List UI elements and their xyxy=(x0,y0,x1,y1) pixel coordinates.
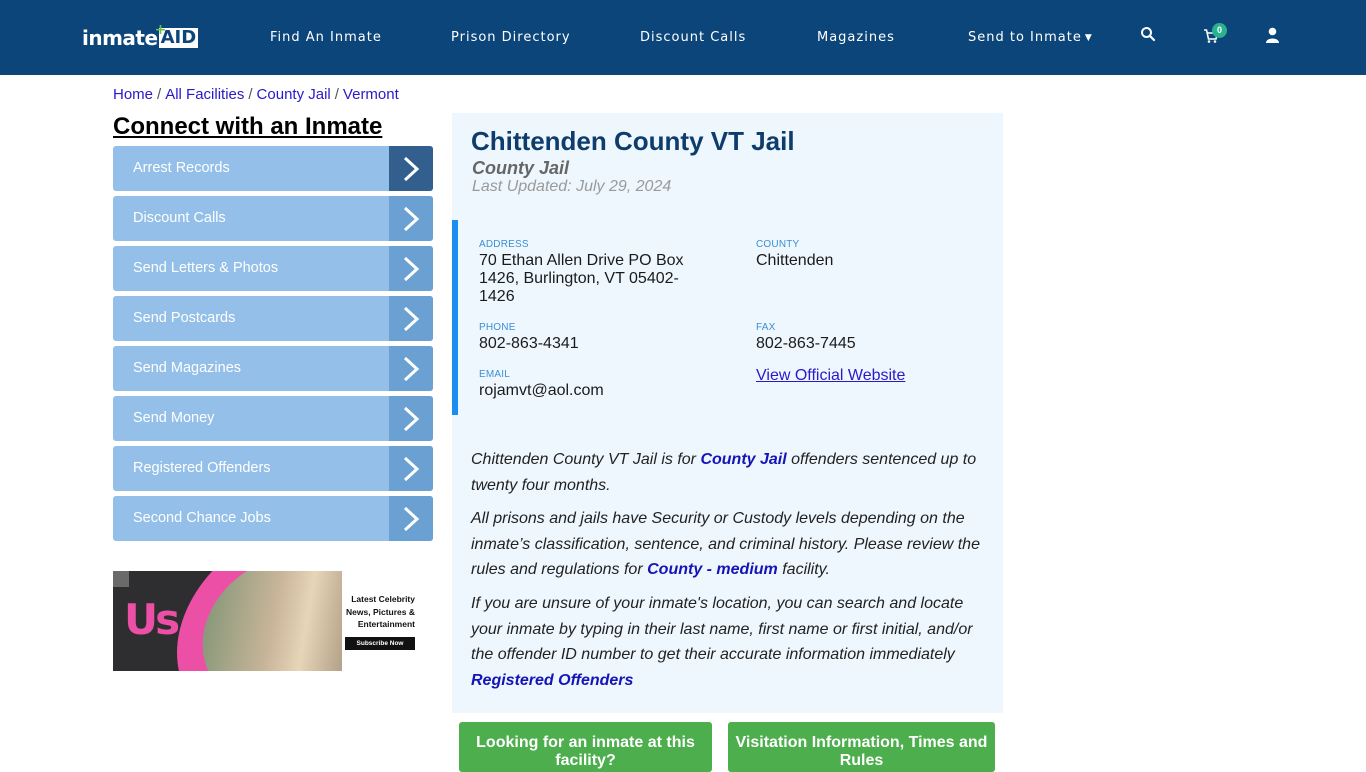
nav-discount-calls[interactable]: Discount Calls xyxy=(640,30,746,45)
nav-magazines[interactable]: Magazines xyxy=(817,30,895,45)
sidebar-item-second-chance-jobs[interactable]: Second Chance Jobs xyxy=(113,496,433,541)
chevron-right-icon xyxy=(389,396,433,441)
chevron-right-icon xyxy=(389,146,433,191)
nav-send-to-inmate-label: Send to Inmate xyxy=(968,30,1082,45)
breadcrumb-separator: / xyxy=(334,86,339,103)
ad-tagline-line: Latest Celebrity xyxy=(351,594,415,604)
sidebar-item-send-postcards[interactable]: Send Postcards xyxy=(113,296,433,341)
last-updated: Last Updated: July 29, 2024 xyxy=(472,178,672,195)
breadcrumb-all-facilities[interactable]: All Facilities xyxy=(165,86,244,103)
sidebar-item-label: Arrest Records xyxy=(133,160,230,176)
facility-type: County Jail xyxy=(472,158,570,178)
chevron-right-icon xyxy=(389,346,433,391)
address-value: 70 Ethan Allen Drive PO Box 1426, Burlin… xyxy=(479,252,709,306)
search-icon[interactable] xyxy=(1140,26,1160,46)
facility-panel: Chittenden County VT Jail County Jail La… xyxy=(452,113,1003,713)
cart-count-badge: 0 xyxy=(1212,23,1227,38)
chevron-right-icon xyxy=(389,446,433,491)
address-line: 70 Ethan Allen Drive PO Box xyxy=(479,252,684,269)
ad-corner-mark xyxy=(113,571,129,587)
breadcrumb-home[interactable]: Home xyxy=(113,86,153,103)
visitation-info-button[interactable]: Visitation Information, Times and Rules xyxy=(728,722,995,772)
description-paragraph-1: Chittenden County VT Jail is for County … xyxy=(471,447,986,498)
breadcrumb-vermont[interactable]: Vermont xyxy=(343,86,399,103)
email-label: EMAIL xyxy=(479,369,511,380)
user-icon[interactable] xyxy=(1265,27,1285,47)
breadcrumb-separator: / xyxy=(157,86,162,103)
facility-title: Chittenden County VT Jail xyxy=(471,126,795,156)
ad-tagline-line: News, Pictures & xyxy=(346,606,415,617)
chevron-right-icon xyxy=(389,296,433,341)
ad-subscribe-button[interactable]: Subscribe Now xyxy=(345,637,415,650)
official-website-link[interactable]: View Official Website xyxy=(756,367,905,385)
sidebar-item-send-money[interactable]: Send Money xyxy=(113,396,433,441)
description-text: facility. xyxy=(777,561,830,578)
facility-info-box: ADDRESS 70 Ethan Allen Drive PO Box 1426… xyxy=(452,220,1003,415)
sidebar-item-arrest-records[interactable]: Arrest Records xyxy=(113,146,433,191)
description-paragraph-2: All prisons and jails have Security or C… xyxy=(471,506,986,583)
sidebar-menu: Arrest Records Discount Calls Send Lette… xyxy=(113,146,433,546)
sidebar-item-send-magazines[interactable]: Send Magazines xyxy=(113,346,433,391)
sidebar-item-label: Registered Offenders xyxy=(133,460,271,476)
us-weekly-ad-banner[interactable]: Us Latest Celebrity News, Pictures & Ent… xyxy=(113,571,417,671)
description-text: Chittenden County VT Jail is for xyxy=(471,451,701,468)
chevron-right-icon xyxy=(389,196,433,241)
chevron-right-icon xyxy=(389,496,433,541)
sidebar-item-registered-offenders[interactable]: Registered Offenders xyxy=(113,446,433,491)
sidebar-item-label: Discount Calls xyxy=(133,210,226,226)
nav-find-an-inmate[interactable]: Find An Inmate xyxy=(270,30,382,45)
sidebar-item-label: Send Magazines xyxy=(133,360,242,376)
county-value: Chittenden xyxy=(756,252,834,269)
breadcrumb-separator: / xyxy=(248,86,253,103)
chevron-right-icon xyxy=(389,246,433,291)
fax-label: FAX xyxy=(756,322,776,333)
top-navbar: inmate + AID Find An Inmate Prison Direct… xyxy=(0,0,1366,75)
description-text: If you are unsure of your inmate's locat… xyxy=(471,595,973,663)
ad-brand-logo: Us xyxy=(124,595,180,644)
address-line: 1426, Burlington, VT 05402- xyxy=(479,270,679,287)
nav-send-to-inmate[interactable]: Send to Inmate ▼ xyxy=(968,30,1093,45)
sidebar-item-send-letters-photos[interactable]: Send Letters & Photos xyxy=(113,246,433,291)
fax-value: 802-863-7445 xyxy=(756,335,856,352)
logo-aid-text: + AID xyxy=(155,22,199,48)
sidebar-item-discount-calls[interactable]: Discount Calls xyxy=(113,196,433,241)
inmateaid-logo[interactable]: inmate + AID xyxy=(82,22,199,51)
custody-level-link[interactable]: County - medium xyxy=(647,561,778,578)
sidebar-item-label: Send Money xyxy=(133,410,215,426)
address-label: ADDRESS xyxy=(479,239,529,250)
sidebar-item-label: Send Letters & Photos xyxy=(133,260,279,276)
county-jail-link[interactable]: County Jail xyxy=(700,451,786,468)
logo-plus-icon: + xyxy=(154,22,167,38)
sidebar-title: Connect with an Inmate xyxy=(113,113,383,140)
find-inmate-at-facility-button[interactable]: Looking for an inmate at this facility? xyxy=(459,722,712,772)
address-line: 1426 xyxy=(479,288,515,305)
ad-tagline-line: Entertainment xyxy=(357,619,415,629)
caret-down-icon: ▼ xyxy=(1084,33,1093,43)
phone-label: PHONE xyxy=(479,322,516,333)
sidebar-item-label: Send Postcards xyxy=(133,310,236,326)
county-label: COUNTY xyxy=(756,239,800,250)
phone-value: 802-863-4341 xyxy=(479,335,579,352)
ad-tagline: Latest Celebrity News, Pictures & Entert… xyxy=(325,593,415,631)
sidebar-item-label: Second Chance Jobs xyxy=(133,510,271,526)
breadcrumb: Home / All Facilities / County Jail / Vermont xyxy=(113,86,399,103)
breadcrumb-county-jail[interactable]: County Jail xyxy=(257,86,331,103)
nav-prison-directory[interactable]: Prison Directory xyxy=(451,30,571,45)
registered-offenders-link[interactable]: Registered Offenders xyxy=(471,672,633,689)
logo-text: inmate xyxy=(82,26,158,50)
description-paragraph-3: If you are unsure of your inmate's locat… xyxy=(471,591,986,693)
email-value: rojamvt@aol.com xyxy=(479,382,604,399)
